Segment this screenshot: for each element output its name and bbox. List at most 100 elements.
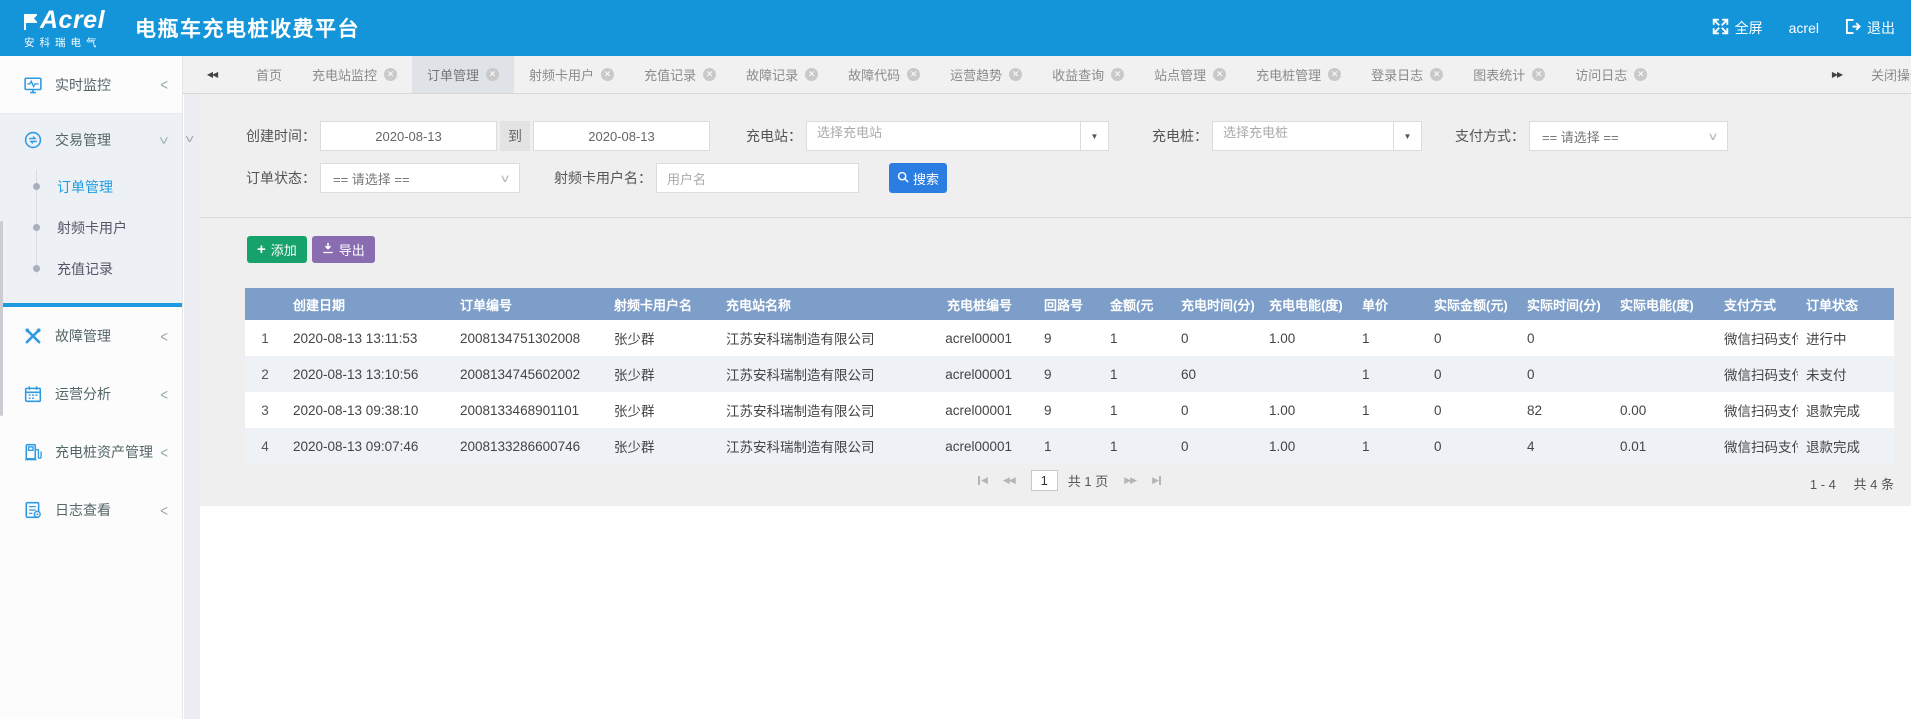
col-charge-energy: 充电电能(度) xyxy=(1261,288,1354,320)
username[interactable]: acrel xyxy=(1789,20,1819,36)
logo-subtext: 安科瑞电气 xyxy=(24,38,105,49)
table-row[interactable]: 12020-08-13 13:11:532008134751302008张少群江… xyxy=(245,320,1894,356)
flag-icon xyxy=(24,10,37,35)
rfid-username-input[interactable]: 用户名 xyxy=(656,163,859,193)
tab-chart-stats[interactable]: 图表统计✕ xyxy=(1458,56,1560,93)
dropdown-arrow-icon[interactable]: ▼ xyxy=(1080,122,1108,150)
close-operations-menu[interactable]: 关闭操作 xyxy=(1857,56,1911,93)
sidebar-item-log-view[interactable]: 日志查看 < xyxy=(0,481,182,539)
tab-pile-mgmt[interactable]: 充电桩管理✕ xyxy=(1241,56,1356,93)
tab-close-icon[interactable]: ✕ xyxy=(1532,68,1545,81)
sidebar-item-rfid-users[interactable]: 射频卡用户 xyxy=(0,207,182,248)
fullscreen-button[interactable]: 全屏 xyxy=(1712,18,1763,38)
logout-button[interactable]: 退出 xyxy=(1845,18,1895,38)
station-select[interactable]: 选择充电站 ▼ xyxy=(806,121,1109,151)
charging-pile-icon xyxy=(24,443,42,461)
col-index xyxy=(245,288,285,320)
tab-recharge-records[interactable]: 充值记录✕ xyxy=(629,56,731,93)
last-page-button[interactable]: ▶ xyxy=(1152,475,1161,486)
sidebar-item-operation-analysis[interactable]: 运营分析 < xyxy=(0,365,182,423)
table-row[interactable]: 22020-08-13 13:10:562008134745602002张少群江… xyxy=(245,356,1894,392)
calendar-icon xyxy=(24,385,42,403)
col-charge-minutes: 充电时间(分) xyxy=(1173,288,1261,320)
chevron-left-icon: < xyxy=(160,327,168,345)
tabs-scroll-left-button[interactable]: ◀◀ xyxy=(183,56,241,93)
tab-order-mgmt[interactable]: 订单管理✕ xyxy=(412,56,514,93)
col-create-date: 创建日期 xyxy=(285,288,452,320)
col-station-name: 充电站名称 xyxy=(718,288,900,320)
chevron-down-icon: < xyxy=(155,136,173,144)
sidebar-item-recharge-records[interactable]: 充值记录 xyxy=(0,248,182,289)
double-left-arrow-icon: ◀◀ xyxy=(207,70,217,79)
tab-rfid-users[interactable]: 射频卡用户✕ xyxy=(514,56,629,93)
rfid-username-label: 射频卡用户名： xyxy=(554,168,652,188)
tab-fault-codes[interactable]: 故障代码✕ xyxy=(833,56,935,93)
acrel-logo: Acrel 安科瑞电气 xyxy=(24,8,105,49)
tab-close-icon[interactable]: ✕ xyxy=(1213,68,1226,81)
dropdown-arrow-icon[interactable]: ▼ xyxy=(1393,122,1421,150)
panel-collapse-rail[interactable]: < xyxy=(184,94,200,719)
sidebar-scrollbar[interactable] xyxy=(0,221,3,416)
add-button[interactable]: + 添加 xyxy=(247,236,307,263)
next-page-button[interactable]: ▶▶ xyxy=(1124,475,1136,486)
download-icon xyxy=(322,242,334,257)
search-button[interactable]: 搜索 xyxy=(889,163,947,193)
tab-revenue-query[interactable]: 收益查询✕ xyxy=(1037,56,1139,93)
date-to-input[interactable]: 2020-08-13 xyxy=(533,121,710,151)
tab-close-icon[interactable]: ✕ xyxy=(1634,68,1647,81)
tab-close-icon[interactable]: ✕ xyxy=(703,68,716,81)
tab-close-icon[interactable]: ✕ xyxy=(1430,68,1443,81)
col-pile-no: 充电桩编号 xyxy=(900,288,1036,320)
sidebar-item-pile-asset-mgmt[interactable]: 充电桩资产管理 < xyxy=(0,423,182,481)
tab-station-monitor[interactable]: 充电站监控✕ xyxy=(297,56,412,93)
tab-close-icon[interactable]: ✕ xyxy=(486,68,499,81)
pile-label: 充电桩： xyxy=(1152,126,1208,146)
sidebar-item-transaction-mgmt[interactable]: 交易管理 < xyxy=(0,114,182,166)
pile-select[interactable]: 选择充电桩 ▼ xyxy=(1212,121,1422,151)
tab-close-icon[interactable]: ✕ xyxy=(384,68,397,81)
table-header: 创建日期 订单编号 射频卡用户名 充电站名称 充电桩编号 回路号 金额(元 充电… xyxy=(245,288,1894,320)
tab-close-icon[interactable]: ✕ xyxy=(1328,68,1341,81)
orders-table: 创建日期 订单编号 射频卡用户名 充电站名称 充电桩编号 回路号 金额(元 充电… xyxy=(245,288,1894,464)
sidebar: 实时监控 < 交易管理 < 订单管理 射频卡用户 充值记录 故障管理 xyxy=(0,56,183,719)
records-range: 1 - 4 xyxy=(1810,477,1836,492)
tab-home[interactable]: 首页 xyxy=(241,56,297,93)
export-button[interactable]: 导出 xyxy=(312,236,375,263)
prev-page-button[interactable]: ◀◀ xyxy=(1003,475,1015,486)
logo-text: Acrel xyxy=(40,8,105,33)
tab-close-icon[interactable]: ✕ xyxy=(601,68,614,81)
tab-bar: ◀◀ 首页 充电站监控✕ 订单管理✕ 射频卡用户✕ 充值记录✕ 故障记录✕ 故障… xyxy=(183,56,1911,94)
tab-close-icon[interactable]: ✕ xyxy=(805,68,818,81)
tab-close-icon[interactable]: ✕ xyxy=(1111,68,1124,81)
pagination: ◀ ◀◀ 1 共 1 页 ▶▶ ▶ xyxy=(245,470,1894,491)
tab-visit-log[interactable]: 访问日志✕ xyxy=(1560,56,1662,93)
pay-method-select[interactable]: == 请选择 == ∨ xyxy=(1529,121,1728,151)
table-row[interactable]: 42020-08-13 09:07:462008133286600746张少群江… xyxy=(245,428,1894,464)
table-toolbar: + 添加 导出 xyxy=(247,236,375,263)
date-from-input[interactable]: 2020-08-13 xyxy=(320,121,497,151)
first-page-button[interactable]: ◀ xyxy=(978,475,987,486)
tabs-scroll-right-button[interactable]: ▶▶ xyxy=(1817,56,1857,93)
double-right-arrow-icon: ▶▶ xyxy=(1832,70,1842,79)
sidebar-item-fault-mgmt[interactable]: 故障管理 < xyxy=(0,307,182,365)
date-range-to-label: 到 xyxy=(500,121,530,151)
sidebar-group-transaction: 交易管理 < 订单管理 射频卡用户 充值记录 xyxy=(0,113,182,303)
tab-site-mgmt[interactable]: 站点管理✕ xyxy=(1139,56,1241,93)
col-actual-amount: 实际金额(元) xyxy=(1426,288,1519,320)
order-status-select[interactable]: == 请选择 == ∨ xyxy=(320,163,520,193)
tab-operation-trend[interactable]: 运营趋势✕ xyxy=(935,56,1037,93)
page-number-input[interactable]: 1 xyxy=(1031,470,1058,491)
pay-method-label: 支付方式： xyxy=(1455,126,1525,146)
tab-login-log[interactable]: 登录日志✕ xyxy=(1356,56,1458,93)
chevron-left-icon: < xyxy=(160,76,168,94)
tab-close-icon[interactable]: ✕ xyxy=(907,68,920,81)
tab-close-icon[interactable]: ✕ xyxy=(1009,68,1022,81)
collapse-chevron-icon: < xyxy=(181,135,198,142)
col-order-status: 订单状态 xyxy=(1798,288,1894,320)
sidebar-item-order-mgmt[interactable]: 订单管理 xyxy=(0,166,182,207)
fault-tools-icon xyxy=(24,327,42,345)
table-row[interactable]: 32020-08-13 09:38:102008133468901101张少群江… xyxy=(245,392,1894,428)
sidebar-submenu: 订单管理 射频卡用户 充值记录 xyxy=(0,166,182,289)
tab-fault-records[interactable]: 故障记录✕ xyxy=(731,56,833,93)
sidebar-item-realtime-monitor[interactable]: 实时监控 < xyxy=(0,56,182,113)
